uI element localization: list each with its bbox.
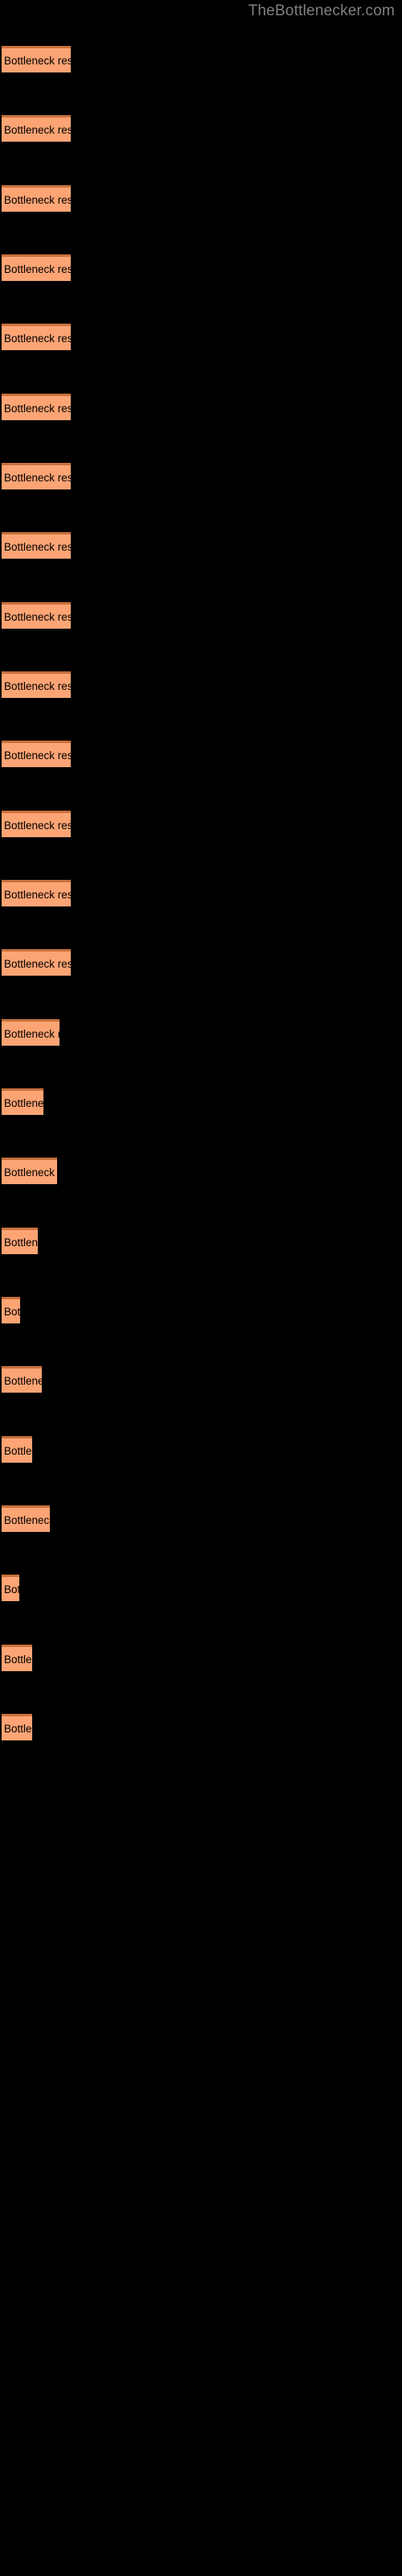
bar-label: Bottleneck result xyxy=(4,472,71,484)
bar-row: Bottleneck result xyxy=(0,1714,402,1741)
bottleneck-result-bar[interactable]: Bottleneck result xyxy=(2,254,71,281)
bottleneck-result-bar[interactable]: Bottleneck result xyxy=(2,880,71,906)
bar-label: Bottleneck result xyxy=(4,1583,19,1596)
bottleneck-result-bar[interactable]: Bottleneck result xyxy=(2,1019,59,1046)
bar-label: Bottleneck result xyxy=(4,958,71,970)
bottleneck-result-bar[interactable]: Bottleneck result xyxy=(2,1366,42,1393)
bar-label: Bottleneck result xyxy=(4,124,71,136)
bar-row: Bottleneck result xyxy=(0,1575,402,1602)
bottleneck-result-bar[interactable]: Bottleneck result xyxy=(2,46,71,72)
bar-label: Bottleneck result xyxy=(4,1028,59,1040)
bar-row: Bottleneck result xyxy=(0,1158,402,1185)
bottleneck-result-bar[interactable]: Bottleneck result xyxy=(2,1158,57,1184)
bar-label: Bottleneck result xyxy=(4,1306,20,1318)
bar-row: Bottleneck result xyxy=(0,394,402,421)
bar-row: Bottleneck result xyxy=(0,1366,402,1393)
bar-label: Bottleneck result xyxy=(4,1514,50,1526)
bar-label: Bottleneck result xyxy=(4,1445,32,1457)
bottleneck-result-bar[interactable]: Bottleneck result xyxy=(2,324,71,350)
bar-row: Bottleneck result xyxy=(0,880,402,907)
bottleneck-result-bar[interactable]: Bottleneck result xyxy=(2,741,71,767)
bar-row: Bottleneck result xyxy=(0,741,402,768)
bottleneck-result-bar[interactable]: Bottleneck result xyxy=(2,949,71,976)
bar-row: Bottleneck result xyxy=(0,185,402,213)
bar-row: Bottleneck result xyxy=(0,1505,402,1533)
bar-label: Bottleneck result xyxy=(4,680,71,692)
bar-row: Bottleneck result xyxy=(0,1436,402,1463)
bottleneck-result-bar[interactable]: Bottleneck result xyxy=(2,1436,32,1463)
bar-row: Bottleneck result xyxy=(0,949,402,976)
bar-row: Bottleneck result xyxy=(0,254,402,282)
bar-row: Bottleneck result xyxy=(0,46,402,73)
bottleneck-result-bar[interactable]: Bottleneck result xyxy=(2,602,71,629)
bar-label: Bottleneck result xyxy=(4,1236,38,1249)
bar-row: Bottleneck result xyxy=(0,1297,402,1324)
bar-row: Bottleneck result xyxy=(0,1019,402,1046)
bottleneck-result-bar[interactable]: Bottleneck result xyxy=(2,811,71,837)
bar-row: Bottleneck result xyxy=(0,602,402,630)
plot-area: Bottleneck result Bottleneck result Bottle… xyxy=(0,0,402,2576)
bar-label: Bottleneck result xyxy=(4,332,71,345)
bottleneck-result-bar[interactable]: Bottleneck result xyxy=(2,1088,43,1115)
bottleneck-result-bar[interactable]: Bottleneck result xyxy=(2,1297,20,1323)
bar-row: Bottleneck result xyxy=(0,463,402,490)
bar-label: Bottleneck result xyxy=(4,819,71,832)
bottleneck-result-bar[interactable]: Bottleneck result xyxy=(2,671,71,698)
bottleneck-result-bar[interactable]: Bottleneck result xyxy=(2,394,71,420)
bar-row: Bottleneck result xyxy=(0,1228,402,1255)
bar-label: Bottleneck result xyxy=(4,889,71,901)
bar-label: Bottleneck result xyxy=(4,749,71,762)
bar-row: Bottleneck result xyxy=(0,324,402,351)
bar-label: Bottleneck result xyxy=(4,402,71,415)
bar-row: Bottleneck result xyxy=(0,811,402,838)
bar-row: Bottleneck result xyxy=(0,671,402,699)
bottleneck-result-bar[interactable]: Bottleneck result xyxy=(2,1575,19,1601)
bottleneck-result-bar[interactable]: Bottleneck result xyxy=(2,532,71,559)
bottleneck-result-bar[interactable]: Bottleneck result xyxy=(2,463,71,489)
bottleneck-result-bar[interactable]: Bottleneck result xyxy=(2,185,71,212)
bar-row: Bottleneck result xyxy=(0,115,402,142)
bottleneck-result-bar[interactable]: Bottleneck result xyxy=(2,1645,32,1671)
bottleneck-result-bar[interactable]: Bottleneck result xyxy=(2,1505,50,1532)
bottleneck-result-bar[interactable]: Bottleneck result xyxy=(2,1714,32,1740)
bottleneck-result-bar[interactable]: Bottleneck result xyxy=(2,1228,38,1254)
bar-row: Bottleneck result xyxy=(0,532,402,559)
bar-row: Bottleneck result xyxy=(0,1088,402,1116)
bar-label: Bottleneck result xyxy=(4,1653,32,1666)
bar-label: Bottleneck result xyxy=(4,1166,57,1179)
bottleneck-chart-root: TheBottlenecker.com Bottleneck resultBot… xyxy=(0,0,402,2576)
bar-label: Bottleneck result xyxy=(4,263,71,275)
bar-label: Bottleneck result xyxy=(4,1723,32,1735)
bar-label: Bottleneck result xyxy=(4,1097,43,1109)
bar-label: Bottleneck result xyxy=(4,55,71,67)
bar-label: Bottleneck result xyxy=(4,611,71,623)
bar-label: Bottleneck result xyxy=(4,1375,42,1387)
bar-label: Bottleneck result xyxy=(4,541,71,553)
bottleneck-result-bar[interactable]: Bottleneck result xyxy=(2,115,71,142)
bar-row: Bottleneck result xyxy=(0,1645,402,1672)
bar-label: Bottleneck result xyxy=(4,194,71,206)
